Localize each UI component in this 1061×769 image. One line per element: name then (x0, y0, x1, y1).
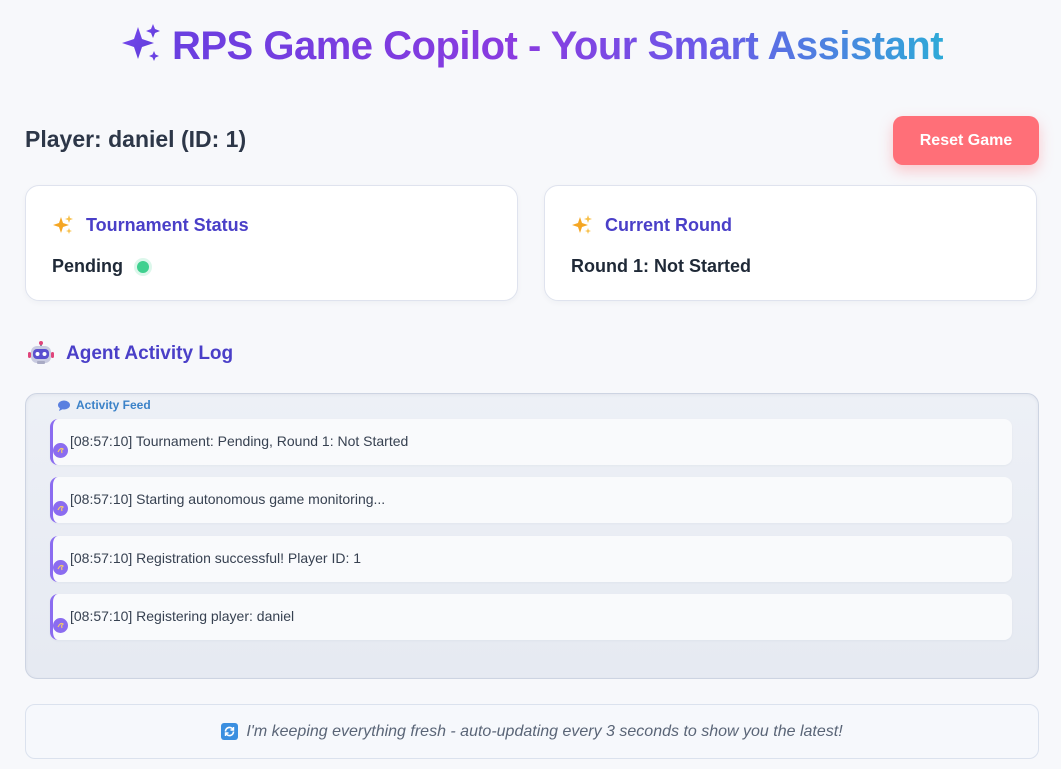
log-entry-text: [08:57:10] Starting autonomous game moni… (70, 491, 386, 507)
log-entry-icon (53, 501, 68, 516)
activity-log-heading: Agent Activity Log (28, 341, 233, 367)
activity-feed-label: Activity Feed (58, 398, 151, 412)
activity-log-title: Agent Activity Log (66, 343, 234, 364)
current-round-header: Current Round (571, 214, 732, 236)
page-title-text: RPS Game Copilot - Your Smart Assistant (171, 24, 944, 68)
log-entry: [08:57:10] Registering player: daniel (50, 594, 1012, 640)
log-entry-icon (53, 618, 68, 633)
tournament-status-header: Tournament Status (52, 214, 249, 236)
refresh-icon (221, 723, 239, 740)
status-indicator-dot (137, 260, 149, 273)
tournament-status-value: Pending (52, 256, 149, 277)
log-entry-icon (53, 560, 68, 575)
page-title: RPS Game Copilot - Your Smart Assistant (0, 20, 1061, 72)
player-row: Player: daniel (ID: 1) Reset Game (25, 116, 1039, 166)
sparkles-icon (53, 215, 73, 234)
auto-update-text: I'm keeping everything fresh - auto-upda… (246, 722, 843, 740)
auto-update-notice: I'm keeping everything fresh - auto-upda… (25, 704, 1039, 759)
log-entry: [08:57:10] Starting autonomous game moni… (50, 477, 1012, 523)
app-page: RPS Game Copilot - Your Smart Assistant … (0, 0, 1061, 769)
tournament-status-card: Tournament Status Pending (25, 185, 518, 301)
current-round-value: Round 1: Not Started (571, 256, 751, 276)
sparkles-icon (572, 215, 592, 234)
activity-feed-label-text: Activity Feed (76, 398, 151, 412)
log-entry-text: [08:57:10] Tournament: Pending, Round 1:… (70, 433, 409, 449)
log-entry-text: [08:57:10] Registration successful! Play… (70, 550, 362, 566)
current-round-title: Current Round (605, 214, 732, 235)
log-entry-icon (53, 443, 68, 458)
speech-bubble-icon (58, 400, 70, 411)
player-label: Player: daniel (ID: 1) (25, 126, 247, 152)
sparkles-icon (121, 24, 160, 61)
robot-icon (28, 341, 54, 364)
activity-feed[interactable]: Activity Feed [08:57:10] Tournament: Pen… (25, 393, 1039, 679)
tournament-status-title: Tournament Status (86, 214, 249, 235)
tournament-status-text: Pending (52, 256, 123, 276)
current-round-card: Current Round Round 1: Not Started (544, 185, 1037, 301)
log-entry: [08:57:10] Registration successful! Play… (50, 536, 1012, 582)
reset-game-button[interactable]: Reset Game (893, 116, 1039, 165)
log-entry: [08:57:10] Tournament: Pending, Round 1:… (50, 419, 1012, 465)
log-entry-text: [08:57:10] Registering player: daniel (70, 608, 295, 624)
